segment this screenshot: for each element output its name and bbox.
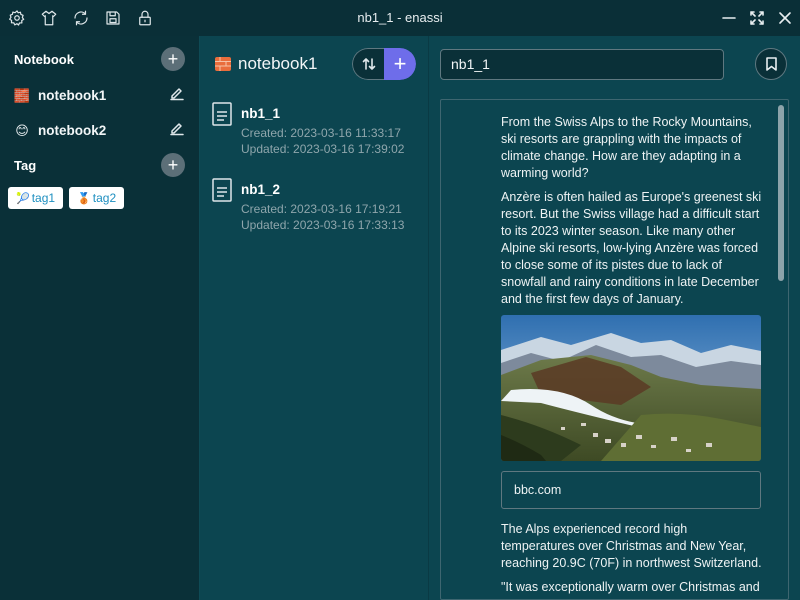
note-content-body: From the Swiss Alps to the Rocky Mountai… <box>501 114 763 599</box>
notebook-heading: Notebook <box>14 51 74 67</box>
edit-icon[interactable] <box>169 85 185 106</box>
notebook-title: notebook1 <box>238 54 318 73</box>
note-title: nb1_2 <box>241 182 281 197</box>
note-list-actions: + <box>352 48 416 80</box>
link-card-label: bbc.com <box>514 483 562 497</box>
note-created: Created: 2023-03-16 11:33:17 <box>241 126 401 140</box>
document-icon <box>212 178 232 202</box>
add-tag-button[interactable]: + <box>161 153 185 177</box>
brick-icon: 🧱 <box>13 87 31 103</box>
editor-panel: From the Swiss Alps to the Rocky Mountai… <box>429 36 800 600</box>
notebook-section-header: Notebook + <box>0 47 199 71</box>
sort-icon <box>362 58 375 70</box>
toolbar <box>0 9 168 27</box>
paragraph: From the Swiss Alps to the Rocky Mountai… <box>501 115 752 180</box>
medal-icon: 🥉 <box>77 192 91 205</box>
tennis-ball-icon: 🎾 <box>16 192 30 205</box>
bookmark-button[interactable] <box>755 48 787 80</box>
note-list-panel: notebook1 + nb1_1 Created: 2023-03-16 11… <box>200 36 429 600</box>
window-controls <box>716 0 800 36</box>
alpine-village-photo <box>501 315 761 461</box>
title-bar: nb1_1 - enassi <box>0 0 800 36</box>
content-scrollbar[interactable] <box>778 105 784 281</box>
note-item-nb1_1[interactable]: nb1_1 Created: 2023-03-16 11:33:17 Updat… <box>200 92 428 168</box>
fullscreen-icon[interactable] <box>744 5 770 31</box>
bookmark-icon <box>765 57 777 71</box>
link-card[interactable]: bbc.com <box>501 471 761 509</box>
tag-label: tag2 <box>92 191 117 205</box>
note-list-header: notebook1 + <box>200 36 428 92</box>
edit-icon[interactable] <box>169 120 185 141</box>
sidebar-item-notebook1[interactable]: 🧱 notebook1 <box>0 78 199 113</box>
note-title: nb1_1 <box>241 106 281 121</box>
minimize-icon[interactable] <box>716 5 742 31</box>
note-updated: Updated: 2023-03-16 17:33:13 <box>241 218 405 232</box>
close-icon[interactable] <box>772 5 798 31</box>
add-note-button[interactable]: + <box>384 48 416 80</box>
notebook-list: 🧱 notebook1 😊 notebook2 <box>0 78 199 148</box>
tag-label: tag1 <box>31 191 56 205</box>
tag-chip-tag1[interactable]: 🎾 tag1 <box>8 187 64 209</box>
sort-button[interactable] <box>352 48 384 80</box>
note-updated: Updated: 2023-03-16 17:39:02 <box>241 142 405 156</box>
gear-icon[interactable] <box>8 9 26 27</box>
refresh-icon[interactable] <box>72 9 90 27</box>
paragraph: Anzère is often hailed as Europe's green… <box>501 190 762 306</box>
sidebar: Notebook + 🧱 notebook1 😊 notebook2 Tag +… <box>0 36 200 600</box>
editor-header <box>429 36 800 92</box>
tag-heading: Tag <box>14 157 37 173</box>
document-icon <box>212 102 232 126</box>
smiley-icon: 😊 <box>15 122 29 138</box>
tag-chip-tag2[interactable]: 🥉 tag2 <box>69 187 125 209</box>
brick-icon <box>214 55 232 73</box>
notebook-label: notebook2 <box>38 123 107 138</box>
paragraph: The Alps experienced record high tempera… <box>501 522 762 570</box>
notebook-label: notebook1 <box>38 88 107 103</box>
lock-icon[interactable] <box>136 9 154 27</box>
note-item-nb1_2[interactable]: nb1_2 Created: 2023-03-16 17:19:21 Updat… <box>200 168 428 244</box>
note-content[interactable]: From the Swiss Alps to the Rocky Mountai… <box>440 99 789 600</box>
shirt-icon[interactable] <box>40 9 58 27</box>
sidebar-item-notebook2[interactable]: 😊 notebook2 <box>0 113 199 148</box>
tag-list: 🎾 tag1 🥉 tag2 <box>0 187 199 209</box>
add-notebook-button[interactable]: + <box>161 47 185 71</box>
tag-section-header: Tag + <box>0 153 199 177</box>
note-list: nb1_1 Created: 2023-03-16 11:33:17 Updat… <box>200 92 428 244</box>
note-title-input[interactable] <box>440 48 724 80</box>
note-created: Created: 2023-03-16 17:19:21 <box>241 202 402 216</box>
save-icon[interactable] <box>104 9 122 27</box>
paragraph: "It was exceptionally warm over Christma… <box>501 580 760 594</box>
